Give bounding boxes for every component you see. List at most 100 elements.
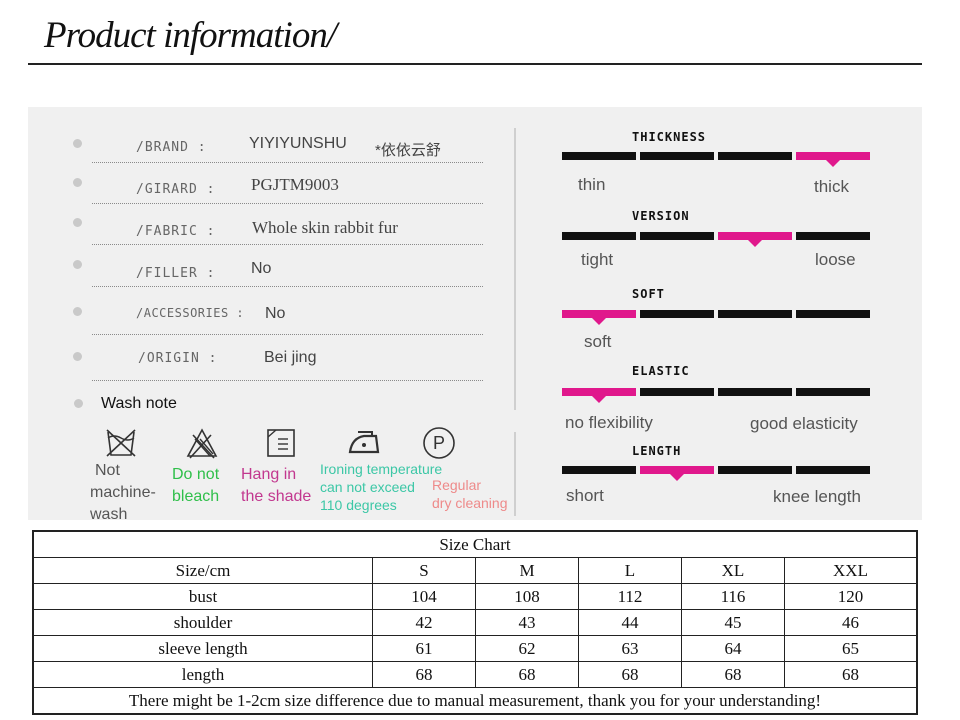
- elastic-segment-1-selected: [562, 388, 636, 403]
- table-row: sleeve length 61 62 63 64 65: [32, 635, 918, 662]
- wash-label-1b: machine-: [90, 484, 156, 501]
- page-title: Product information/: [44, 15, 337, 56]
- fabric-label: /FABRIC :: [136, 224, 216, 239]
- bullet-icon: [73, 307, 82, 316]
- length-segment-4: [796, 466, 870, 474]
- table-cell: length: [32, 661, 373, 688]
- elastic-right-label: good elasticity: [750, 414, 858, 433]
- title-divider: [28, 63, 922, 65]
- table-cell: 68: [578, 661, 682, 688]
- soft-segment-4: [796, 310, 870, 318]
- row-divider: [92, 203, 483, 204]
- wash-label-2b: bleach: [172, 488, 220, 505]
- thickness-right-label: thick: [814, 177, 849, 196]
- elastic-left-label: no flexibility: [565, 413, 653, 432]
- wash-label-1: Not: [95, 462, 120, 479]
- soft-segment-1-selected: [562, 310, 636, 325]
- size-chart-title: Size Chart: [32, 530, 918, 558]
- no-machine-wash-icon: [106, 429, 136, 457]
- table-header-cell: M: [475, 557, 579, 584]
- table-header-row: Size/cm S M L XL XXL: [32, 557, 918, 584]
- length-title: LENGTH: [632, 444, 682, 458]
- table-cell: 65: [784, 635, 918, 662]
- panel-divider-lower: [514, 432, 516, 516]
- elastic-title: ELASTIC: [632, 364, 690, 378]
- version-segment-3-selected: [718, 232, 792, 247]
- brand-value-chinese: *依依云舒: [375, 142, 441, 159]
- bullet-icon: [73, 178, 82, 187]
- dry-cleaning-icon: P: [423, 427, 455, 459]
- wash-note-heading: Wash note: [101, 395, 177, 412]
- version-left-label: tight: [581, 250, 614, 269]
- wash-label-3: Hang in: [241, 466, 297, 483]
- table-header-cell: XL: [681, 557, 785, 584]
- table-cell: 45: [681, 609, 785, 636]
- soft-title: SOFT: [632, 287, 665, 301]
- wash-label-5b: dry cleaning: [432, 495, 508, 511]
- length-segment-3: [718, 466, 792, 474]
- table-cell: 108: [475, 583, 579, 610]
- table-cell: 63: [578, 635, 682, 662]
- accessories-value: No: [265, 305, 286, 322]
- do-not-bleach-icon: [186, 428, 218, 459]
- brand-label: /BRAND :: [136, 140, 207, 155]
- table-row: bust 104 108 112 116 120: [32, 583, 918, 610]
- elastic-segment-3: [718, 388, 792, 396]
- thickness-segment-3: [718, 152, 792, 160]
- thickness-segment-4-selected: [796, 152, 870, 167]
- elastic-segment-2: [640, 388, 714, 396]
- version-segment-4: [796, 232, 870, 240]
- table-header-cell: XXL: [784, 557, 918, 584]
- origin-label: /ORIGIN :: [138, 351, 218, 366]
- svg-text:P: P: [433, 433, 445, 453]
- wash-label-5: Regular: [432, 477, 482, 493]
- wash-label-4c: 110 degrees: [320, 497, 397, 513]
- table-row: shoulder 42 43 44 45 46: [32, 609, 918, 636]
- table-cell: 62: [475, 635, 579, 662]
- soft-segment-2: [640, 310, 714, 318]
- version-right-label: loose: [815, 250, 856, 269]
- row-divider: [92, 334, 483, 335]
- girard-label: /GIRARD :: [136, 182, 216, 197]
- elastic-segment-4: [796, 388, 870, 396]
- table-cell: 61: [372, 635, 476, 662]
- filler-value: No: [251, 260, 272, 277]
- girard-value: PGJTM9003: [251, 175, 339, 194]
- origin-value: Bei jing: [264, 349, 317, 366]
- table-cell: shoulder: [32, 609, 373, 636]
- soft-segment-3: [718, 310, 792, 318]
- version-segment-2: [640, 232, 714, 240]
- table-cell: 68: [681, 661, 785, 688]
- fabric-value: Whole skin rabbit fur: [252, 218, 398, 237]
- table-cell: 68: [784, 661, 918, 688]
- table-header-cell: L: [578, 557, 682, 584]
- table-cell: 46: [784, 609, 918, 636]
- length-segment-1: [562, 466, 636, 474]
- version-title: VERSION: [632, 209, 690, 223]
- length-segment-2-selected: [640, 466, 714, 481]
- length-right-label: knee length: [773, 487, 861, 506]
- thickness-left-label: thin: [578, 175, 606, 194]
- table-cell: 68: [372, 661, 476, 688]
- table-cell: bust: [32, 583, 373, 610]
- table-cell: 42: [372, 609, 476, 636]
- table-header-cell: Size/cm: [32, 557, 373, 584]
- row-divider: [92, 380, 483, 381]
- brand-value: YIYIYUNSHU: [249, 135, 347, 152]
- bullet-icon: [73, 352, 82, 361]
- thickness-title: THICKNESS: [632, 130, 707, 144]
- bullet-icon: [73, 139, 82, 148]
- wash-label-2: Do not: [172, 466, 220, 483]
- panel-divider-upper: [514, 128, 516, 410]
- bullet-icon: [74, 399, 83, 408]
- table-cell: 68: [475, 661, 579, 688]
- wash-label-4b: can not exceed: [320, 479, 415, 495]
- table-header-cell: S: [372, 557, 476, 584]
- size-chart-table: Size Chart Size/cm S M L XL XXL bust 104…: [32, 530, 918, 715]
- hang-in-shade-icon: [267, 429, 295, 457]
- ironing-icon: [348, 431, 380, 454]
- table-cell: 44: [578, 609, 682, 636]
- table-cell: 64: [681, 635, 785, 662]
- table-cell: sleeve length: [32, 635, 373, 662]
- size-chart-note: There might be 1-2cm size difference due…: [32, 687, 918, 715]
